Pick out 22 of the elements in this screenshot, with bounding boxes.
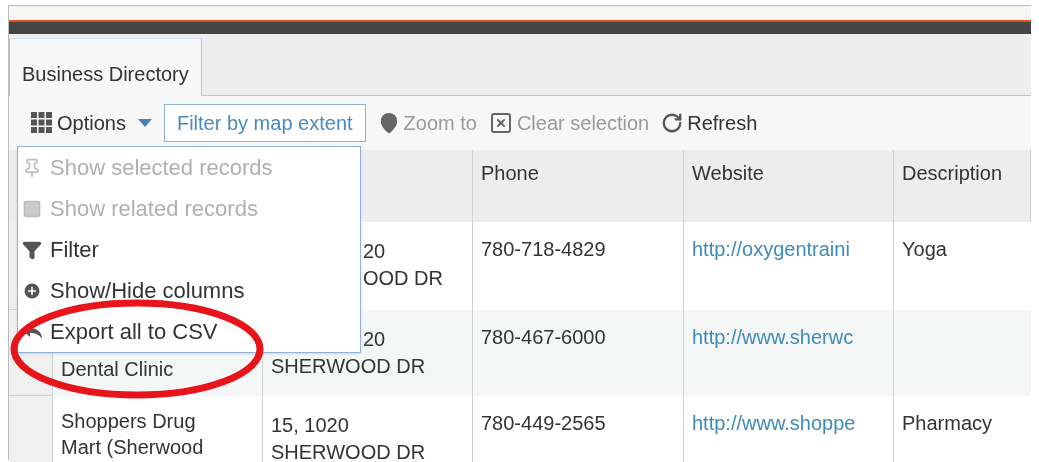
table-cell: 780-467-6000 — [473, 310, 684, 396]
pin-icon — [22, 157, 42, 178]
row-selector[interactable] — [9, 396, 53, 462]
caret-icon — [137, 119, 152, 127]
options-button[interactable]: Options — [31, 108, 152, 138]
menu-item[interactable]: Show/Hide columns — [18, 270, 253, 311]
plus-circle-icon — [22, 280, 42, 301]
grid-icon — [31, 112, 53, 134]
refresh-button[interactable]: Refresh — [661, 108, 758, 138]
refresh-icon — [661, 112, 684, 134]
website-link[interactable]: http://www.sherwc — [692, 326, 854, 348]
column-header[interactable]: Website — [684, 150, 894, 222]
filter-toggle-button[interactable]: Filter by map extent — [163, 104, 366, 142]
menu-item[interactable]: Filter — [18, 229, 107, 270]
boxed-x-icon — [488, 111, 513, 135]
website-link[interactable]: http://oxygentraini — [692, 238, 850, 260]
website-link[interactable]: http://www.shoppe — [692, 412, 856, 434]
square-icon — [22, 198, 42, 219]
column-header[interactable]: Phone — [473, 150, 684, 222]
column-header[interactable]: Description — [894, 150, 1031, 222]
tab[interactable]: Business Directory — [9, 38, 202, 96]
funnel-icon — [22, 239, 42, 260]
